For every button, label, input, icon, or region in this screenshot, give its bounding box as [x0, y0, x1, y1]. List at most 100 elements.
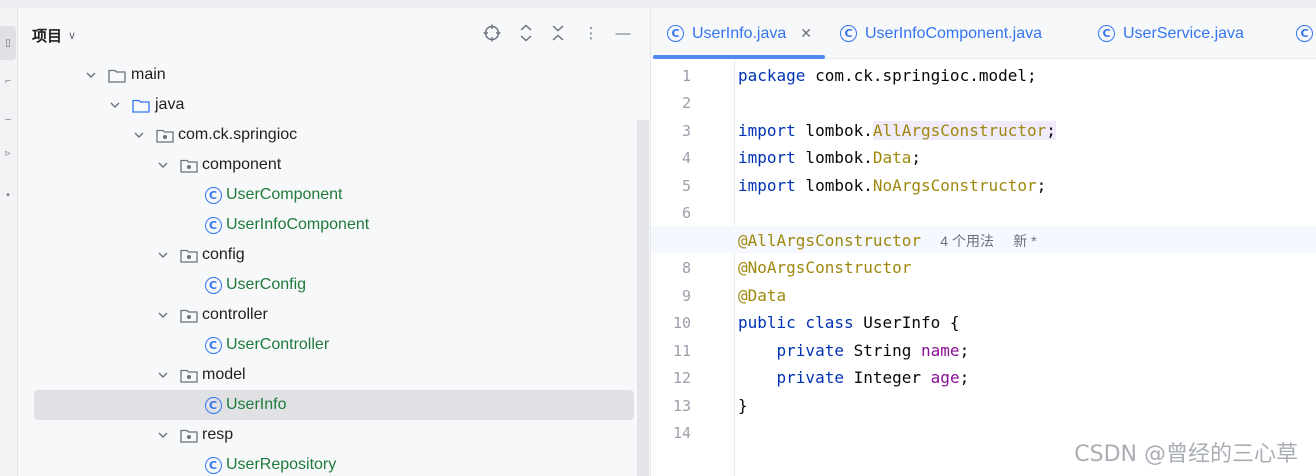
class-icon: C: [204, 396, 222, 414]
tree-row-userinfocomponent[interactable]: C UserInfoComponent: [34, 210, 634, 240]
code-area[interactable]: package com.ck.springioc.model; import l…: [651, 59, 1316, 476]
tool-icon-more[interactable]: •: [0, 190, 16, 201]
editor-tabs: C UserInfo.java ✕ C UserInfoComponent.ja…: [651, 8, 1316, 59]
source-folder-icon: [132, 97, 150, 113]
package-icon: [180, 247, 198, 263]
minimize-icon[interactable]: —: [612, 22, 634, 44]
line-number: 8: [681, 259, 691, 277]
project-tree: main java com.ck.springioc component C U…: [18, 60, 650, 476]
chevron-down-icon: ∨: [68, 30, 77, 42]
tab-userinfocomponent-java[interactable]: C UserInfoComponent.java: [840, 8, 1042, 59]
tree-label: model: [202, 366, 246, 383]
tree-label: resp: [202, 426, 234, 443]
code-line-1: package com.ck.springioc.model;: [738, 66, 1037, 85]
code-line-5: import lombok.NoArgsConstructor;: [738, 176, 1047, 195]
code-line-7: @AllArgsConstructor 4 个用法 新 *: [738, 231, 1037, 250]
tree-label: UserConfig: [226, 276, 307, 293]
line-number: 13: [672, 397, 691, 415]
code-line-12: private Integer age;: [776, 368, 970, 387]
line-number: 14: [672, 424, 691, 442]
tree-label: UserController: [226, 336, 330, 353]
more-options-icon[interactable]: ⋮: [580, 22, 602, 44]
locate-icon[interactable]: [481, 22, 503, 44]
tree-label: java: [155, 96, 185, 113]
package-icon: [180, 427, 198, 443]
tree-row-component[interactable]: component: [34, 150, 634, 180]
tree-row-java[interactable]: java: [34, 90, 634, 120]
class-icon: C: [204, 216, 222, 234]
tab-label: UserInfo.java: [692, 24, 787, 42]
tree-row-userinfo-selected[interactable]: C UserInfo: [34, 390, 634, 420]
tree-label: config: [202, 246, 245, 263]
new-hint[interactable]: 新 *: [1013, 233, 1036, 249]
code-line-13: }: [738, 396, 748, 415]
tab-overflow[interactable]: C: [1296, 8, 1313, 59]
tree-row-package-root[interactable]: com.ck.springioc: [34, 120, 634, 150]
chevron-down-icon[interactable]: [132, 128, 146, 142]
class-icon: C: [204, 186, 222, 204]
code-line-11: private String name;: [776, 341, 970, 360]
tab-userservice-java[interactable]: C UserService.java: [1098, 8, 1244, 59]
tree-row-controller[interactable]: controller: [34, 300, 634, 330]
class-icon: C: [1296, 25, 1313, 42]
chevron-down-icon[interactable]: [156, 248, 170, 262]
tree-label: controller: [202, 306, 268, 323]
tab-label: UserInfoComponent.java: [865, 24, 1042, 42]
collapse-all-icon[interactable]: [547, 22, 569, 44]
tree-label: UserComponent: [226, 186, 343, 203]
tab-userinfo-java[interactable]: C UserInfo.java ✕: [667, 8, 812, 59]
tree-row-model[interactable]: model: [34, 360, 634, 390]
tree-row-usercomponent[interactable]: C UserComponent: [34, 180, 634, 210]
tool-window-strip: ▯ ⌐ – ▹ •: [0, 8, 18, 476]
tree-scrollbar[interactable]: [637, 120, 649, 476]
line-number: 4: [681, 149, 691, 167]
line-number-gutter: 1 2 3 4 5 6 7 8 9 10 11 12 13 14: [651, 59, 735, 476]
line-number: 6: [681, 204, 691, 222]
package-icon: [180, 157, 198, 173]
project-panel: 项目 ∨ ⋮ — main java com.ck.springioc comp…: [18, 8, 650, 476]
line-number: 12: [672, 369, 691, 387]
class-icon: C: [204, 276, 222, 294]
chevron-down-icon[interactable]: [84, 68, 98, 82]
package-icon: [180, 367, 198, 383]
tab-label: UserService.java: [1123, 24, 1244, 42]
expand-all-icon[interactable]: [515, 22, 537, 44]
code-line-8: @NoArgsConstructor: [738, 258, 912, 277]
tool-icon-divider: –: [5, 114, 11, 125]
code-line-9: @Data: [738, 286, 787, 305]
top-strip: [0, 0, 1316, 8]
tool-icon-structure[interactable]: ▹: [0, 148, 16, 159]
class-icon: C: [840, 25, 857, 42]
tree-row-userconfig[interactable]: C UserConfig: [34, 270, 634, 300]
tree-label: com.ck.springioc: [178, 126, 298, 143]
tool-icon-commit[interactable]: ⌐: [0, 76, 16, 87]
tree-row-usercontroller[interactable]: C UserController: [34, 330, 634, 360]
tree-label: UserInfoComponent: [226, 216, 370, 233]
project-tool-icon[interactable]: ▯: [0, 26, 16, 60]
class-icon: C: [1098, 25, 1115, 42]
usages-hint[interactable]: 4 个用法: [940, 233, 994, 249]
close-icon[interactable]: ✕: [800, 25, 812, 42]
chevron-down-icon[interactable]: [156, 308, 170, 322]
watermark: CSDN @曾经的三心草: [1074, 442, 1298, 467]
line-number: 11: [672, 342, 691, 360]
tree-row-userrepository[interactable]: C UserRepository: [34, 450, 634, 476]
editor-panel: C UserInfo.java ✕ C UserInfoComponent.ja…: [650, 8, 1316, 476]
package-icon: [180, 307, 198, 323]
tree-label: UserInfo: [226, 396, 287, 413]
tree-label: UserRepository: [226, 456, 337, 473]
tree-row-resp[interactable]: resp: [34, 420, 634, 450]
project-header: 项目 ∨ ⋮ —: [18, 8, 650, 60]
tree-row-main[interactable]: main: [34, 60, 634, 90]
chevron-down-icon[interactable]: [156, 428, 170, 442]
tree-label: component: [202, 156, 282, 173]
tree-row-config[interactable]: config: [34, 240, 634, 270]
project-title-label: 项目: [32, 28, 63, 45]
chevron-down-icon[interactable]: [108, 98, 122, 112]
chevron-down-icon[interactable]: [156, 158, 170, 172]
chevron-down-icon[interactable]: [156, 368, 170, 382]
package-icon: [156, 127, 174, 143]
line-number: 2: [681, 94, 691, 112]
class-icon: C: [204, 456, 222, 474]
project-title-dropdown[interactable]: 项目 ∨: [32, 25, 76, 46]
